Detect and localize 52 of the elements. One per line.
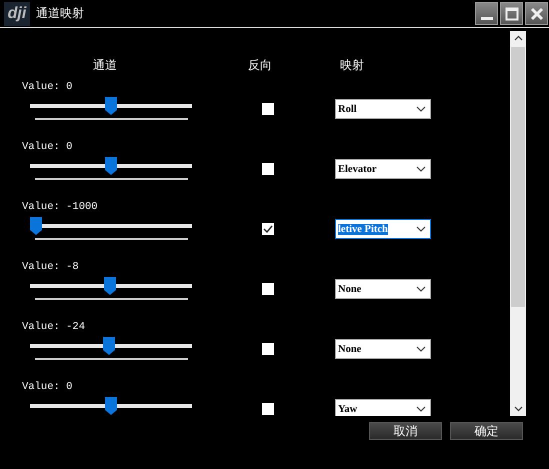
value-label: Value: -1000 xyxy=(22,200,99,214)
window-title: 通道映射 xyxy=(36,5,84,22)
slider-thumb[interactable] xyxy=(104,277,116,295)
minimize-button[interactable] xyxy=(475,2,498,25)
slider-thumb[interactable] xyxy=(105,397,117,415)
slider-thumb[interactable] xyxy=(105,157,117,175)
channel-slider[interactable] xyxy=(30,277,192,295)
channel-slider[interactable] xyxy=(30,397,192,415)
reverse-checkbox[interactable] xyxy=(262,343,274,355)
channel-slider[interactable] xyxy=(30,217,192,235)
scrollbar[interactable] xyxy=(510,31,526,416)
reverse-checkbox[interactable] xyxy=(262,403,274,415)
maximize-button[interactable] xyxy=(500,2,523,25)
slider-thumb[interactable] xyxy=(103,337,116,355)
reverse-checkbox[interactable] xyxy=(262,163,274,175)
channel-slider[interactable] xyxy=(30,157,192,175)
value-label: Value: 0 xyxy=(22,140,74,154)
value-label: Value: 0 xyxy=(22,80,74,94)
check-icon xyxy=(263,224,273,234)
channel-slider[interactable] xyxy=(30,337,192,355)
value-label: Value: -24 xyxy=(22,320,86,334)
maximize-icon xyxy=(504,6,518,20)
column-header: 反向 xyxy=(248,57,272,74)
value-label: Value: 0 xyxy=(22,380,74,394)
column-header: 映射 xyxy=(340,57,364,74)
mapping-dropdown[interactable]: Elevator xyxy=(335,159,431,179)
chevron-down-icon xyxy=(416,286,426,292)
cancel-button[interactable]: 取消 xyxy=(369,422,442,440)
close-button[interactable] xyxy=(525,2,548,25)
chevron-down-icon xyxy=(416,166,426,172)
column-header: 通道 xyxy=(93,57,117,74)
mapping-dropdown[interactable]: letive Pitch xyxy=(335,219,431,239)
app-logo: dji xyxy=(4,2,30,26)
slider-thumb[interactable] xyxy=(105,97,117,115)
chevron-down-icon xyxy=(416,226,426,232)
mapping-dropdown[interactable]: Roll xyxy=(335,99,431,119)
reverse-checkbox[interactable] xyxy=(262,103,274,115)
reverse-checkbox[interactable] xyxy=(262,223,274,235)
mapping-dropdown[interactable]: None xyxy=(335,339,431,359)
minimize-icon xyxy=(480,16,492,20)
confirm-button[interactable]: 确定 xyxy=(450,422,523,440)
mapping-dropdown[interactable]: Yaw xyxy=(335,399,431,416)
chevron-down-icon xyxy=(416,106,426,112)
scrollbar-thumb[interactable] xyxy=(511,47,525,307)
reverse-checkbox[interactable] xyxy=(262,283,274,295)
channel-slider[interactable] xyxy=(30,97,192,115)
close-icon xyxy=(530,6,544,20)
chevron-down-icon xyxy=(416,406,426,412)
chevron-down-icon xyxy=(416,346,426,352)
slider-thumb[interactable] xyxy=(30,217,42,235)
value-label: Value: -8 xyxy=(22,260,80,274)
mapping-dropdown[interactable]: None xyxy=(335,279,431,299)
